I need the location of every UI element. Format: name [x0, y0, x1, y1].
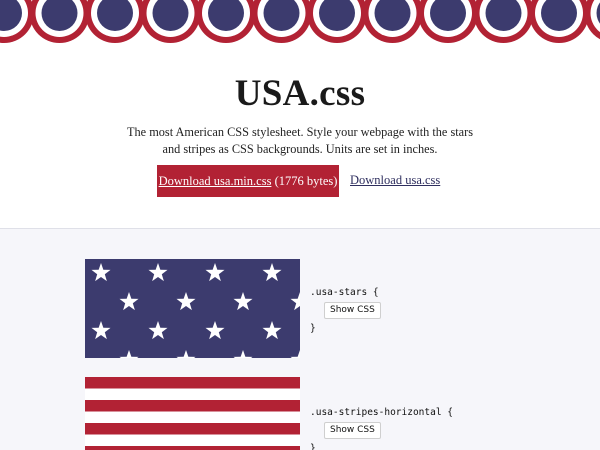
stripes-pattern — [85, 377, 300, 450]
bunting-banner — [0, 0, 600, 46]
stripe — [85, 446, 300, 450]
star — [176, 292, 196, 311]
star — [91, 321, 111, 340]
stripe — [85, 423, 300, 435]
star — [176, 350, 196, 358]
download-min-button[interactable]: Download usa.min.css (1776 bytes) — [157, 165, 339, 197]
star — [233, 350, 253, 358]
star — [119, 350, 139, 358]
star — [262, 263, 282, 282]
usa-stars-selector: .usa-stars { — [310, 287, 379, 298]
stripe — [85, 400, 300, 412]
star — [233, 292, 253, 311]
stripe — [85, 377, 300, 389]
tagline: The most American CSS stylesheet. Style … — [127, 125, 473, 156]
star — [205, 321, 225, 340]
usa-stripes-selector: .usa-stripes-horizontal { — [310, 407, 453, 418]
usa-stars-close: } — [310, 323, 316, 334]
page-title: USA.css — [234, 73, 366, 114]
show-css-button-stripes[interactable]: Show CSS — [324, 422, 381, 439]
usa-stripes-code: .usa-stripes-horizontal { Show CSS } — [310, 405, 453, 450]
stars-pattern — [91, 263, 300, 358]
usa-stripes-swatch — [85, 377, 300, 450]
star — [148, 321, 168, 340]
star — [262, 321, 282, 340]
star — [91, 263, 111, 282]
star — [148, 263, 168, 282]
stripe — [85, 411, 300, 423]
download-full-link[interactable]: Download usa.css — [350, 173, 440, 188]
usa-stripes-close: } — [310, 443, 316, 450]
hero-section: USA.css The most American CSS stylesheet… — [0, 46, 600, 228]
bunting-graphic — [0, 0, 600, 43]
download-min-label[interactable]: Download usa.min.css — [159, 174, 272, 188]
star — [290, 292, 300, 311]
usa-stars-swatch — [85, 259, 300, 358]
download-min-size: (1776 bytes) — [274, 174, 338, 188]
examples-section: .usa-stars { Show CSS } .usa-stripes-hor… — [0, 228, 600, 450]
stripe — [85, 434, 300, 446]
stripe — [85, 388, 300, 400]
usa-stars-code: .usa-stars { Show CSS } — [310, 285, 381, 336]
star — [119, 292, 139, 311]
star — [290, 350, 300, 358]
show-css-button-stars[interactable]: Show CSS — [324, 302, 381, 319]
star — [205, 263, 225, 282]
